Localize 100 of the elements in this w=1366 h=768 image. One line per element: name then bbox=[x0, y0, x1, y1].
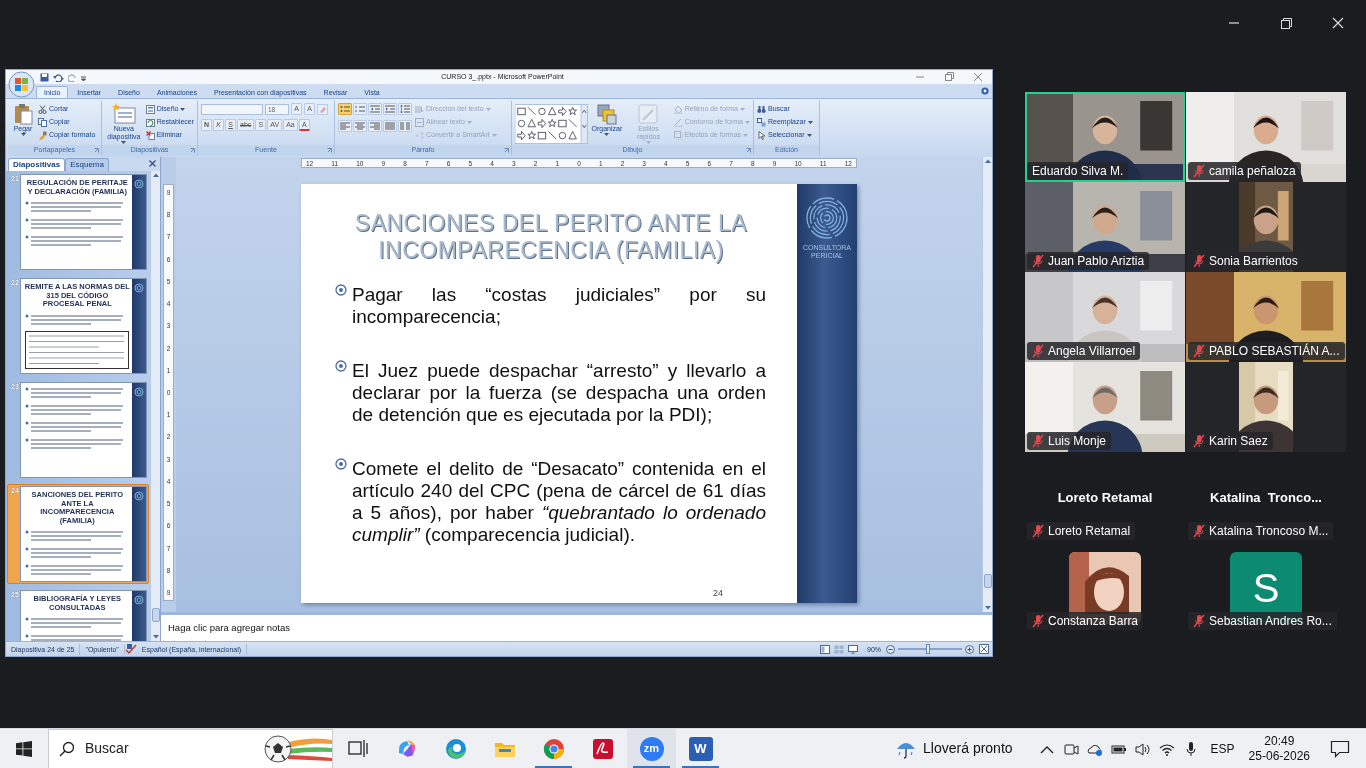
layout-icon bbox=[145, 105, 155, 114]
shapes-gallery[interactable] bbox=[515, 103, 588, 145]
participant-tile[interactable]: Karin Saez bbox=[1186, 362, 1346, 452]
participant-name: Angela Villarroel bbox=[1048, 343, 1136, 359]
taskbar-button[interactable]: W bbox=[676, 728, 725, 768]
caret-icon bbox=[20, 133, 26, 137]
restore-icon[interactable] bbox=[1280, 16, 1292, 29]
align-center-button[interactable] bbox=[353, 120, 367, 132]
new-slide-icon bbox=[110, 103, 137, 125]
fingerprint-logo-icon bbox=[133, 595, 144, 605]
cursor-icon bbox=[757, 131, 766, 140]
dialog-launcher-icon[interactable] bbox=[327, 148, 332, 153]
participant-tile[interactable]: Luis Monje bbox=[1025, 362, 1185, 452]
help-icon[interactable] bbox=[981, 87, 989, 95]
arrange-icon bbox=[595, 103, 618, 125]
scrollbar-thumb[interactable] bbox=[151, 607, 160, 622]
dialog-launcher-icon[interactable] bbox=[746, 148, 751, 153]
participant-tile[interactable]: Angela Villarroel bbox=[1025, 272, 1185, 362]
search-input[interactable]: Buscar bbox=[83, 737, 250, 760]
scrollbar-thumb[interactable] bbox=[983, 573, 992, 588]
fill-icon bbox=[673, 105, 683, 114]
numbering-button[interactable] bbox=[353, 103, 367, 115]
columns-button[interactable] bbox=[398, 120, 412, 132]
participant-tile[interactable]: Juan Pablo Ariztia bbox=[1025, 182, 1185, 272]
page-number: 24 bbox=[713, 586, 723, 600]
dialog-launcher-icon[interactable] bbox=[190, 148, 195, 153]
fingerprint-logo-icon bbox=[805, 196, 849, 240]
slider-thumb[interactable] bbox=[926, 644, 931, 654]
binoculars-icon bbox=[757, 105, 766, 114]
copy-icon bbox=[38, 118, 47, 127]
align-left-button[interactable] bbox=[338, 120, 352, 132]
save-icon[interactable] bbox=[40, 72, 49, 82]
input-language[interactable]: ESP bbox=[1210, 739, 1235, 758]
caret-icon bbox=[739, 107, 745, 112]
line-spacing-button[interactable] bbox=[398, 103, 412, 115]
participant-name: Karin Saez bbox=[1209, 433, 1268, 449]
increase-indent-icon bbox=[385, 105, 395, 113]
bullet-icon bbox=[335, 284, 347, 296]
increase-indent-button[interactable] bbox=[383, 103, 397, 115]
fingerprint-logo-icon bbox=[133, 387, 144, 397]
close-icon[interactable] bbox=[149, 160, 156, 167]
paste-icon bbox=[12, 103, 34, 125]
muted-mic-icon bbox=[1032, 344, 1044, 358]
participant-name: Juan Pablo Ariztia bbox=[1048, 253, 1145, 269]
zoom-out-icon[interactable] bbox=[886, 644, 895, 654]
dialog-launcher-icon[interactable] bbox=[504, 148, 509, 153]
spell-check-icon[interactable] bbox=[124, 644, 137, 654]
caret-icon bbox=[180, 107, 186, 112]
muted-mic-icon bbox=[1193, 254, 1205, 268]
panel-tab[interactable]: Diapositivas bbox=[8, 158, 66, 171]
fingerprint-logo-icon bbox=[133, 283, 144, 293]
reset-icon bbox=[145, 118, 155, 127]
decrease-indent-icon bbox=[370, 105, 380, 113]
fingerprint-logo-icon bbox=[133, 179, 144, 189]
app-logo: W bbox=[688, 736, 713, 761]
effects-icon bbox=[673, 131, 683, 140]
muted-mic-icon bbox=[1032, 254, 1044, 268]
wave-circle-icon bbox=[443, 736, 468, 761]
participant-name: Luis Monje bbox=[1048, 433, 1107, 449]
justify-button[interactable] bbox=[383, 120, 397, 132]
fit-window-icon[interactable] bbox=[979, 644, 989, 654]
align-center-icon bbox=[355, 122, 365, 130]
panel-tab[interactable]: Esquema bbox=[65, 158, 109, 171]
outline-icon bbox=[673, 118, 683, 127]
caret-icon bbox=[466, 120, 472, 125]
participant-name: Katalina Troncoso M... bbox=[1209, 523, 1329, 539]
notification-icon[interactable] bbox=[1330, 739, 1350, 758]
weather-text: Lloverá pronto bbox=[923, 739, 1013, 758]
search-bar[interactable]: Buscar bbox=[48, 728, 333, 768]
start-icon[interactable] bbox=[16, 740, 32, 757]
clock-time[interactable]: 20:49 bbox=[1264, 733, 1295, 749]
justify-icon bbox=[385, 122, 395, 130]
caret-icon bbox=[491, 133, 497, 138]
participant-tile[interactable]: Eduardo Silva M. bbox=[1025, 92, 1185, 182]
taskbar-button[interactable]: zm bbox=[627, 728, 676, 768]
font-name-field[interactable] bbox=[201, 103, 263, 115]
normal-view-icon[interactable] bbox=[820, 644, 830, 654]
muted-mic-icon bbox=[1193, 434, 1205, 448]
bullet-text: Comete el delito de “Desacato” contenida en el artículo 240 del CPC (pena de cárcel de 61 días a 5 años), por haber “quebrantado lo ordenado cumplir” (comparecencia judicial). bbox=[352, 458, 766, 546]
zoom-in-icon[interactable] bbox=[965, 644, 974, 654]
weather-widget[interactable]: Lloverá pronto bbox=[895, 737, 1013, 760]
brush-icon bbox=[38, 131, 47, 140]
align-text-icon bbox=[415, 118, 424, 127]
slide-show-icon[interactable] bbox=[848, 644, 858, 654]
bullet-text: Pagar las “costas judiciales” por su incomparecencia; bbox=[352, 284, 766, 328]
clock-date[interactable]: 25-06-2026 bbox=[1248, 748, 1310, 764]
caret-icon bbox=[745, 120, 750, 125]
app-logo: zm bbox=[639, 736, 664, 761]
delete-icon bbox=[145, 131, 155, 140]
align-right-button[interactable] bbox=[368, 120, 382, 132]
line-spacing-icon bbox=[400, 105, 410, 113]
dialog-launcher-icon[interactable] bbox=[94, 148, 99, 153]
muted-mic-icon bbox=[1193, 524, 1205, 538]
swoosh-icon bbox=[590, 736, 615, 761]
bullets-button[interactable] bbox=[338, 103, 352, 115]
decrease-indent-button[interactable] bbox=[368, 103, 382, 115]
caret-icon bbox=[806, 133, 812, 138]
undo-icon[interactable] bbox=[53, 72, 64, 82]
numbering-icon bbox=[355, 105, 365, 113]
bullet-icon bbox=[335, 360, 347, 372]
